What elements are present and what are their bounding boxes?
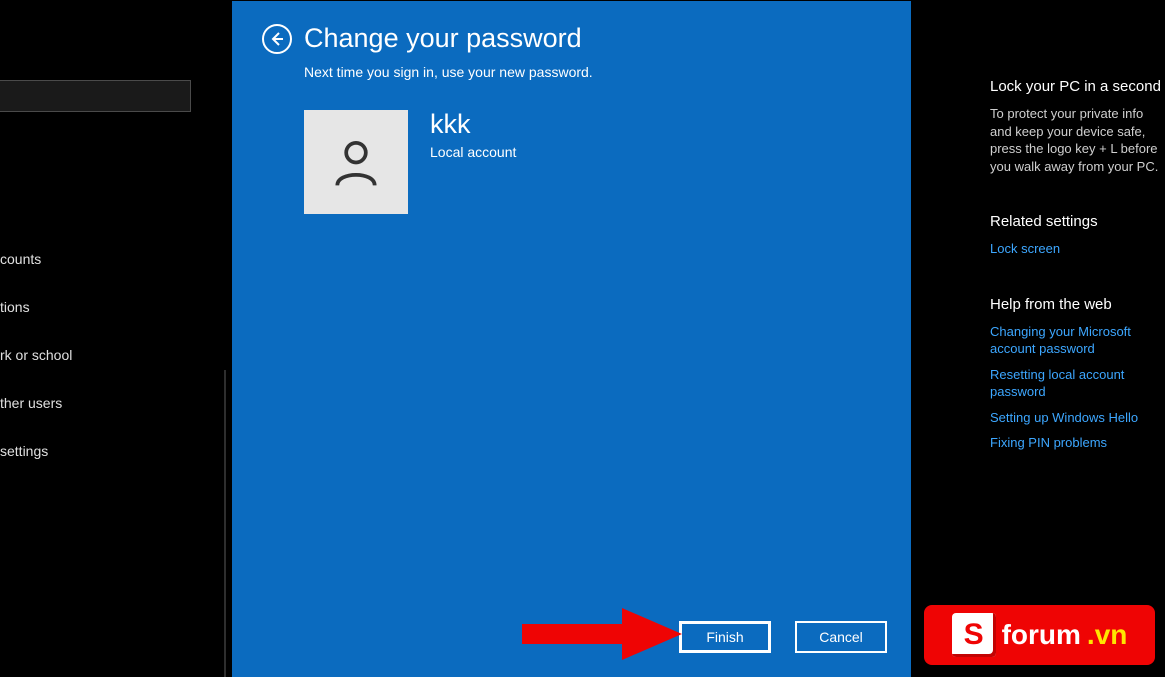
avatar xyxy=(304,110,408,214)
search-input[interactable] xyxy=(4,88,185,104)
sidebar-item-other-users[interactable]: ther users xyxy=(0,379,195,427)
content-divider xyxy=(224,370,226,677)
watermark-logo: S forum.vn xyxy=(924,605,1155,665)
back-button[interactable] xyxy=(262,24,292,54)
right-column: Lock your PC in a second To protect your… xyxy=(990,0,1165,677)
help-link-hello[interactable]: Setting up Windows Hello xyxy=(990,409,1165,427)
lock-screen-link[interactable]: Lock screen xyxy=(990,240,1165,258)
back-arrow-icon xyxy=(269,31,285,47)
person-icon xyxy=(328,134,384,190)
account-name: kkk xyxy=(430,110,516,140)
watermark-tld: .vn xyxy=(1087,619,1127,651)
related-heading: Related settings xyxy=(990,213,1165,230)
lock-heading: Lock your PC in a second xyxy=(990,78,1165,95)
cancel-button[interactable]: Cancel xyxy=(795,621,887,653)
search-box[interactable] xyxy=(0,80,191,112)
help-link-reset-local[interactable]: Resetting local account password xyxy=(990,366,1165,401)
sidebar-item-options[interactable]: tions xyxy=(0,283,195,331)
sidebar: counts tions rk or school ther users set… xyxy=(0,0,195,677)
lock-body: To protect your private info and keep yo… xyxy=(990,105,1165,175)
sidebar-nav: counts tions rk or school ther users set… xyxy=(0,235,195,475)
dialog-header: Change your password xyxy=(262,23,881,54)
change-password-dialog: Change your password Next time you sign … xyxy=(232,1,911,677)
finish-button[interactable]: Finish xyxy=(679,621,771,653)
sidebar-item-sync-settings[interactable]: settings xyxy=(0,427,195,475)
account-type: Local account xyxy=(430,144,516,160)
dialog-buttons: Finish Cancel xyxy=(679,621,887,653)
account-row: kkk Local account xyxy=(304,110,881,214)
help-heading: Help from the web xyxy=(990,296,1165,313)
help-link-pin[interactable]: Fixing PIN problems xyxy=(990,434,1165,452)
dialog-title: Change your password xyxy=(304,23,582,54)
sidebar-item-work-school[interactable]: rk or school xyxy=(0,331,195,379)
watermark-text: forum xyxy=(1002,619,1081,651)
help-link-change-ms-pw[interactable]: Changing your Microsoft account password xyxy=(990,323,1165,358)
dialog-subtitle: Next time you sign in, use your new pass… xyxy=(304,64,881,80)
sidebar-item-accounts[interactable]: counts xyxy=(0,235,195,283)
watermark-badge: S xyxy=(952,613,996,657)
account-text: kkk Local account xyxy=(430,110,516,160)
